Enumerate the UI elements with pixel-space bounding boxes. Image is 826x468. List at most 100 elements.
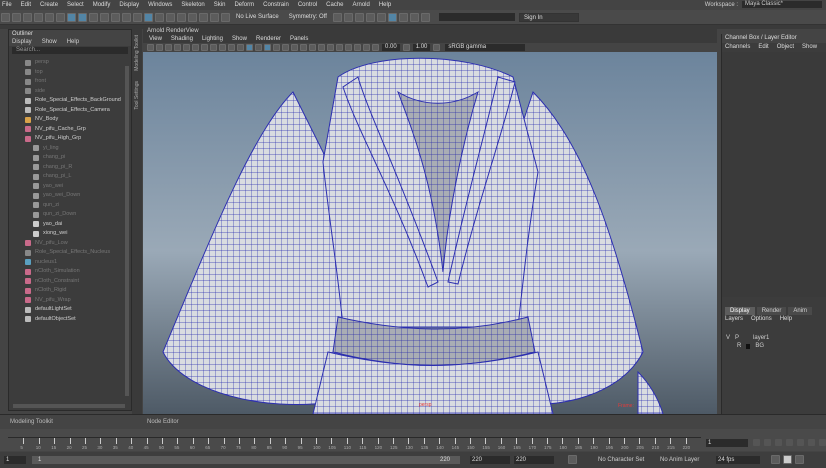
step-back-key-icon[interactable] [764,439,771,446]
render-frame-icon[interactable] [354,12,364,22]
layer-visibility-toggle[interactable]: V [726,334,730,342]
lights-icon[interactable] [282,44,289,51]
snap-curve-icon[interactable] [177,12,186,22]
outliner-item[interactable]: qun_zi_Down [9,210,131,220]
snap-grid-icon[interactable] [166,12,175,22]
vp-menu-shading[interactable]: Shading [171,35,193,43]
cb-menu-show[interactable]: Show [802,43,817,52]
menu-file[interactable]: File [2,2,12,8]
menu-constrain[interactable]: Constrain [263,2,289,8]
outliner-item[interactable]: chang_pi_R [9,163,131,173]
snap-surface-icon[interactable] [210,12,219,22]
select-object-icon[interactable] [78,12,87,22]
outliner-item[interactable]: Role_Special_Effects_BackGround [9,96,131,106]
render-settings-icon[interactable] [343,12,353,22]
construction-history-icon[interactable] [332,12,342,22]
outliner-item[interactable]: Role_Special_Effects_Nucleus [9,248,131,258]
select-component-icon[interactable] [89,12,98,22]
loop-icon[interactable] [771,455,780,464]
exposure-field[interactable]: 0.00 [382,44,400,51]
outliner-menu-help[interactable]: Help [67,38,79,46]
ipr-render-icon[interactable] [365,12,375,22]
xray-joints-icon[interactable] [354,44,361,51]
outliner-search-input[interactable]: Search... [12,47,128,54]
outliner-item[interactable]: top [9,68,131,78]
node-editor-tab[interactable]: Node Editor [147,419,179,425]
outliner-item[interactable]: yao_wei_Down [9,191,131,201]
gamma-icon[interactable] [402,44,410,51]
outliner-horizontal-scrollbar[interactable] [13,404,125,408]
wireframe-on-shaded-icon[interactable] [264,44,271,51]
outliner-item[interactable]: Role_Special_Effects_Camera [9,106,131,116]
pause-icon[interactable] [409,12,419,22]
highlight-icon[interactable] [155,12,164,22]
step-back-frame-icon[interactable] [775,439,782,446]
sound-icon[interactable] [783,455,792,464]
menu-deform[interactable]: Deform [234,2,254,8]
vp-menu-lighting[interactable]: Lighting [202,35,223,43]
character-set-dropdown[interactable]: No Character Set [598,457,644,463]
modeling-toolkit-tab[interactable]: Modeling Toolkit [134,35,140,71]
menu-cache[interactable]: Cache [326,2,343,8]
outliner-item[interactable]: yao_wei [9,182,131,192]
menu-arnold[interactable]: Arnold [353,2,370,8]
symmetry-dropdown[interactable]: Symmetry: Off [289,14,327,20]
outliner-item[interactable]: nCloth_Constraint [9,277,131,287]
layer-menu-layers[interactable]: Layers [725,315,743,324]
bookmark-icon[interactable] [165,44,172,51]
tab-display[interactable]: Display [725,307,755,315]
hypershade-icon[interactable] [398,12,408,22]
mask-icon-4[interactable] [133,12,142,22]
outliner-item[interactable]: NV_pifu_High_Grp [9,134,131,144]
xray-components-icon[interactable] [363,44,370,51]
outliner-item[interactable]: nCloth_Rigid [9,286,131,296]
auto-key-icon[interactable] [568,455,577,464]
step-forward-frame-icon[interactable] [808,439,815,446]
outliner-menu-show[interactable]: Show [42,38,57,46]
smooth-shade-icon[interactable] [255,44,262,51]
menu-select[interactable]: Select [67,2,84,8]
outliner-item[interactable]: xiong_wei [9,229,131,239]
menu-edit[interactable]: Edit [21,2,31,8]
menu-create[interactable]: Create [40,2,58,8]
color-management-icon[interactable] [433,44,441,51]
safe-action-icon[interactable] [228,44,235,51]
menu-skin[interactable]: Skin [214,2,226,8]
outliner-item[interactable]: front [9,77,131,87]
ambient-occlusion-icon[interactable] [300,44,307,51]
depth-of-field-icon[interactable] [327,44,334,51]
play-backwards-icon[interactable] [786,439,793,446]
image-plane-icon[interactable] [174,44,181,51]
fps-dropdown[interactable]: 24 fps [716,456,760,464]
resolution-gate-icon[interactable] [201,44,208,51]
layer-color-swatch[interactable] [744,335,749,341]
outliner-item[interactable]: yi_ling [9,144,131,154]
exposure-icon[interactable] [372,44,379,51]
view-transform-dropdown[interactable]: sRGB gamma [445,44,526,51]
menu-display[interactable]: Display [119,2,139,8]
undo-icon[interactable] [45,12,54,22]
anim-prefs-icon[interactable] [795,455,804,464]
shadows-icon[interactable] [291,44,298,51]
viewport-canvas[interactable]: persp Frame: [143,52,717,414]
outliner-item[interactable]: NV_pifu_Wrap [9,296,131,306]
menu-set-icon[interactable] [1,12,10,22]
wireframe-icon[interactable] [246,44,253,51]
range-slider-bar[interactable]: 1 220 [32,456,460,464]
textured-icon[interactable] [273,44,280,51]
start-time-field[interactable]: 1 [4,456,26,464]
redo-icon[interactable] [56,12,65,22]
end-time-field[interactable]: 220 [470,456,510,464]
xray-icon[interactable] [345,44,352,51]
modeling-toolkit-tab-bottom[interactable]: Modeling Toolkit [10,419,53,425]
open-scene-icon[interactable] [23,12,32,22]
camera-attributes-icon[interactable] [156,44,163,51]
live-surface-field[interactable]: No Live Surface [236,14,279,20]
outliner-item[interactable]: NV_pifu_Low [9,239,131,249]
tool-settings-tab[interactable]: Tool Settings [134,81,140,110]
layer-row[interactable]: R BG [722,342,826,350]
vp-menu-view[interactable]: View [149,35,162,43]
layer-row[interactable]: V P layer1 [722,334,826,342]
outliner-item[interactable]: defaultLightSet [9,305,131,315]
new-scene-icon[interactable] [12,12,21,22]
